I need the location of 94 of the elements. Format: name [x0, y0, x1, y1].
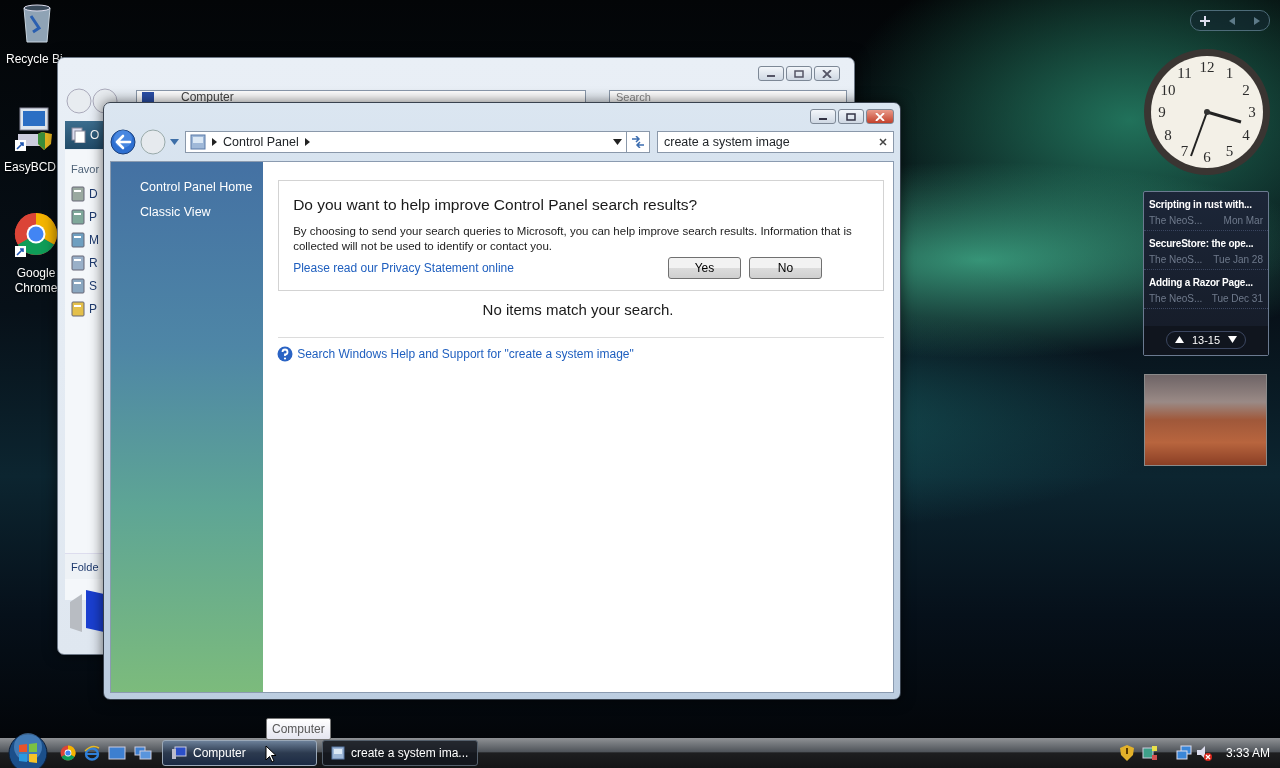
left-arrow-icon[interactable] — [1229, 16, 1235, 25]
library-icon — [71, 185, 85, 202]
prompt-text: By choosing to send your search queries to Microsoft, you can help improve search results. Information that is collected will not be used to identify or contact you. — [293, 224, 853, 255]
computer-icon — [141, 91, 155, 103]
shield-icon[interactable] — [1119, 745, 1134, 761]
feed-date: Mon Mar — [1223, 214, 1263, 228]
toolbar-label[interactable]: O — [90, 126, 100, 144]
library-icon — [71, 231, 85, 248]
chrome-icon[interactable] — [14, 212, 58, 258]
headline[interactable]: Adding a Razor Page... — [1149, 276, 1253, 289]
library-icon — [71, 208, 85, 225]
headline[interactable]: Scripting in rust with... — [1149, 198, 1252, 211]
browser-icon[interactable] — [84, 745, 100, 761]
control-panel-icon — [331, 746, 345, 760]
minimize-button[interactable] — [810, 109, 836, 124]
taskbar-clock[interactable]: 3:33 AM — [1225, 744, 1270, 762]
dropdown-arrow-icon[interactable] — [613, 139, 622, 145]
feed-source: The NeoS... — [1149, 214, 1203, 228]
chrome-icon[interactable] — [60, 745, 76, 761]
network-icon[interactable] — [1175, 745, 1192, 761]
pane-item[interactable]: R — [89, 253, 98, 272]
icon-label[interactable]: Google Chrome — [13, 266, 59, 296]
pane-item[interactable]: M — [89, 230, 99, 249]
up-arrow-icon[interactable] — [1174, 336, 1184, 344]
network-status-icon[interactable] — [1141, 745, 1158, 761]
clear-icon[interactable] — [879, 138, 887, 146]
yes-button[interactable]: Yes — [668, 257, 741, 280]
start-button[interactable] — [8, 733, 48, 768]
privacy-link[interactable]: Please read our Privacy Statement online — [293, 259, 514, 278]
clock-numeral: 3 — [1248, 104, 1256, 120]
folder-icon — [71, 300, 85, 317]
no-results-message: No items match your search. — [481, 300, 675, 321]
headline[interactable]: SecureStore: the ope... — [1149, 237, 1254, 250]
clock-numeral: 1 — [1225, 65, 1234, 81]
close-button[interactable] — [866, 109, 894, 124]
clock-numeral: 8 — [1164, 126, 1172, 143]
feed-date: Tue Dec 31 — [1211, 292, 1263, 306]
help-icon — [277, 345, 294, 362]
clock-numeral: 5 — [1225, 143, 1234, 159]
maximize-button[interactable] — [838, 109, 864, 124]
library-icon — [71, 254, 85, 271]
windows-switch-icon[interactable] — [134, 746, 152, 760]
pane-item[interactable]: P — [89, 207, 97, 226]
help-search-link[interactable]: Search Windows Help and Support for "create a system image" — [297, 344, 634, 363]
tooltip: Computer — [266, 718, 331, 740]
clock-numeral: 11 — [1177, 65, 1192, 81]
refresh-button[interactable] — [626, 131, 650, 153]
address-text: Computer — [181, 91, 234, 103]
maximize-icon — [794, 69, 804, 78]
feed-source: The NeoS... — [1149, 253, 1203, 267]
no-button[interactable]: No — [749, 257, 822, 280]
computer-shield-icon[interactable] — [14, 106, 54, 152]
clock-numeral: 12 — [1199, 59, 1215, 75]
right-arrow-icon[interactable] — [1253, 16, 1260, 25]
clock-numeral: 9 — [1158, 104, 1166, 120]
pane-item[interactable]: S — [89, 276, 97, 295]
plus-icon[interactable] — [1200, 15, 1211, 26]
clock-numeral: 7 — [1180, 143, 1189, 159]
sidebar-link[interactable]: Classic View — [140, 202, 211, 222]
taskbar-button[interactable]: create a system ima... — [322, 740, 478, 766]
pane-item[interactable]: D — [89, 184, 98, 203]
search-field[interactable]: create a system image — [657, 131, 894, 153]
pane-item[interactable]: P — [89, 299, 97, 318]
clock-numeral: 6 — [1203, 149, 1211, 165]
close-icon — [875, 112, 885, 121]
chevron-icon — [212, 138, 217, 146]
computer-icon — [171, 746, 187, 760]
search-placeholder: Search — [616, 91, 651, 103]
control-panel-icon — [190, 134, 206, 150]
folders-label[interactable]: Folde — [65, 553, 104, 579]
muted-speaker-icon[interactable] — [1195, 745, 1212, 761]
chevron-icon — [304, 138, 310, 146]
mouse-cursor-icon — [265, 745, 277, 763]
refresh-icon — [630, 136, 646, 148]
taskbar-button[interactable]: Computer — [162, 740, 317, 766]
prompt-title: Do you want to help improve Control Panel search results? — [293, 195, 699, 215]
back-button[interactable] — [110, 129, 136, 155]
address-bar[interactable]: Control Panel — [185, 131, 627, 153]
clock-numeral: 10 — [1160, 81, 1176, 98]
sidebar-link[interactable]: Control Panel Home — [140, 178, 253, 197]
breadcrumb[interactable]: Control Panel — [223, 132, 299, 152]
library-icon — [71, 277, 85, 294]
pages-icon — [70, 127, 86, 143]
feed-source: The NeoS... — [1149, 292, 1203, 306]
feed-date: Tue Jan 28 — [1213, 253, 1263, 267]
close-icon — [822, 69, 832, 78]
page-range: 13-15 — [1191, 332, 1221, 348]
clock-numeral: 2 — [1242, 81, 1250, 98]
pane-heading: Favor — [70, 162, 101, 177]
clock-numeral: 4 — [1242, 126, 1250, 143]
search-text: create a system image — [664, 133, 790, 151]
down-arrow-icon[interactable] — [1228, 336, 1238, 344]
maximize-icon — [846, 112, 856, 121]
icon-label[interactable]: EasyBCD — [4, 160, 56, 175]
